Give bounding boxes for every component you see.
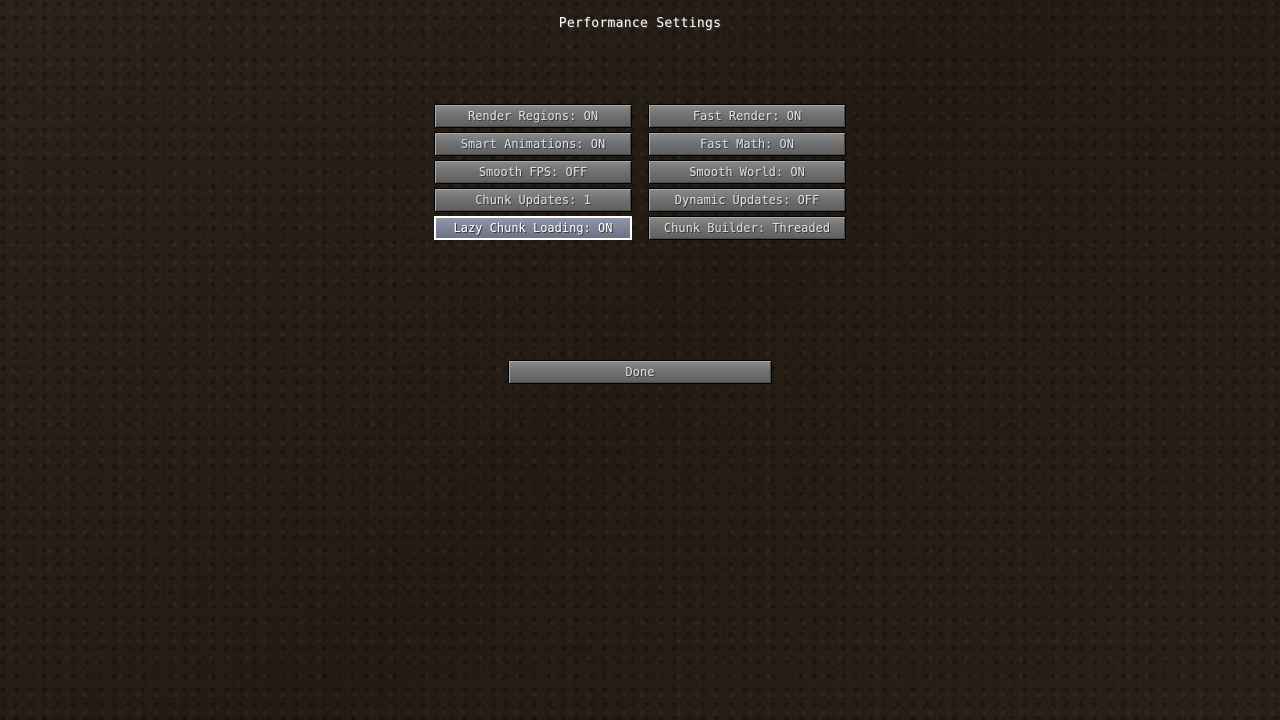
button-label: Smooth FPS: OFF — [478, 165, 588, 179]
smooth-world-button[interactable]: Smooth World: ON — [648, 160, 846, 184]
page-title: Performance Settings — [558, 16, 722, 31]
lazy-chunk-loading-button[interactable]: Lazy Chunk Loading: ON — [434, 216, 632, 240]
smooth-fps-button[interactable]: Smooth FPS: OFF — [434, 160, 632, 184]
options-grid: Render Regions: ON Fast Render: ON Smart… — [434, 104, 846, 240]
button-label: Dynamic Updates: OFF — [674, 193, 820, 207]
fast-math-button[interactable]: Fast Math: ON — [648, 132, 846, 156]
chunk-updates-button[interactable]: Chunk Updates: 1 — [434, 188, 632, 212]
button-label: Smooth World: ON — [689, 165, 805, 179]
dynamic-updates-button[interactable]: Dynamic Updates: OFF — [648, 188, 846, 212]
chunk-builder-button[interactable]: Chunk Builder: Threaded — [648, 216, 846, 240]
fast-render-button[interactable]: Fast Render: ON — [648, 104, 846, 128]
button-label: Fast Render: ON — [692, 109, 802, 123]
render-regions-button[interactable]: Render Regions: ON — [434, 104, 632, 128]
done-button[interactable]: Done — [508, 360, 772, 384]
button-label: Lazy Chunk Loading: ON — [453, 221, 613, 235]
button-label: Chunk Builder: Threaded — [663, 221, 831, 235]
button-label: Render Regions: ON — [467, 109, 599, 123]
button-label: Chunk Updates: 1 — [475, 193, 591, 207]
done-button-label: Done — [625, 365, 655, 379]
button-label: Fast Math: ON — [700, 137, 794, 151]
button-label: Smart Animations: ON — [460, 137, 606, 151]
smart-animations-button[interactable]: Smart Animations: ON — [434, 132, 632, 156]
